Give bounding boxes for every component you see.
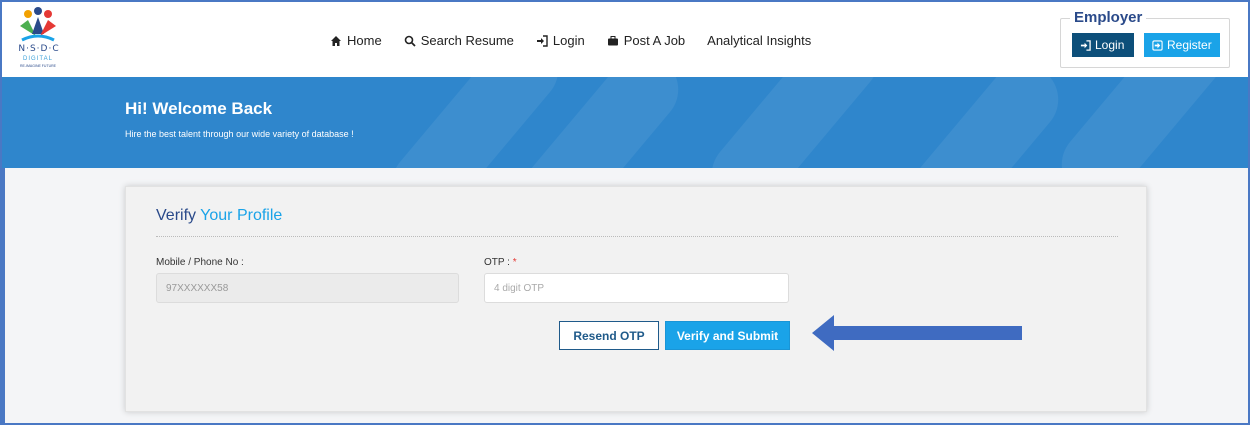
mobile-label: Mobile / Phone No : [156,257,244,268]
people-icon [20,7,56,42]
nav-analytics-label: Analytical Insights [707,33,812,48]
search-icon [404,35,416,47]
otp-label: OTP : [484,257,510,268]
welcome-banner: Hi! Welcome Back Hire the best talent th… [0,77,1250,168]
verify-submit-button[interactable]: Verify and Submit [665,321,790,350]
nav-login-label: Login [552,33,585,48]
briefcase-icon [607,35,618,45]
employer-title: Employer [1070,9,1147,26]
otp-required-mark: * [512,257,517,268]
card-title-main: Verify [156,207,197,224]
nsdc-logo[interactable]: N·S·D·C DIGITAL RE-IMAGINE FUTURE [6,6,70,72]
employer-register-label: Register [1167,38,1212,52]
logo-sub: DIGITAL [23,56,53,62]
logo-brand: N·S·D·C [18,44,60,54]
nav-search-resume[interactable]: Search Resume [404,33,514,48]
verify-profile-card: Verify Your Profile Mobile / Phone No : … [125,186,1147,412]
home-icon [331,35,341,46]
otp-label-wrap: OTP : * [484,257,517,268]
banner-decor [697,77,893,168]
resend-otp-button[interactable]: Resend OTP [559,321,659,350]
otp-input[interactable] [484,273,789,303]
header: N·S·D·C DIGITAL RE-IMAGINE FUTURE Home S… [0,0,1250,77]
nav-home[interactable]: Home [330,33,382,48]
sign-in-icon [536,34,548,47]
sign-in-icon [1080,39,1091,51]
divider [156,236,1118,237]
banner-decor [877,77,1073,168]
banner-decor [1047,77,1243,168]
main-nav: Home Search Resume Login Post A Job Anal… [330,33,811,48]
logo-tag: RE-IMAGINE FUTURE [20,64,56,68]
card-title: Verify Your Profile [156,207,282,225]
register-icon [1152,39,1163,51]
card-title-accent: Your Profile [200,207,283,224]
nav-post-job[interactable]: Post A Job [607,33,685,48]
left-edge [0,168,5,425]
nav-post-job-label: Post A Job [623,33,686,48]
mobile-input[interactable] [156,273,459,303]
employer-register-button[interactable]: Register [1144,33,1220,57]
employer-login-label: Login [1095,38,1125,52]
pointer-arrow-icon [812,315,1022,351]
nav-login[interactable]: Login [536,33,585,48]
nav-analytical-insights[interactable]: Analytical Insights [707,33,811,48]
banner-title: Hi! Welcome Back [125,99,273,118]
nav-home-label: Home [347,33,382,48]
employer-login-button[interactable]: Login [1072,33,1134,57]
banner-subtitle: Hire the best talent through our wide va… [125,129,354,139]
nav-search-resume-label: Search Resume [420,33,514,48]
